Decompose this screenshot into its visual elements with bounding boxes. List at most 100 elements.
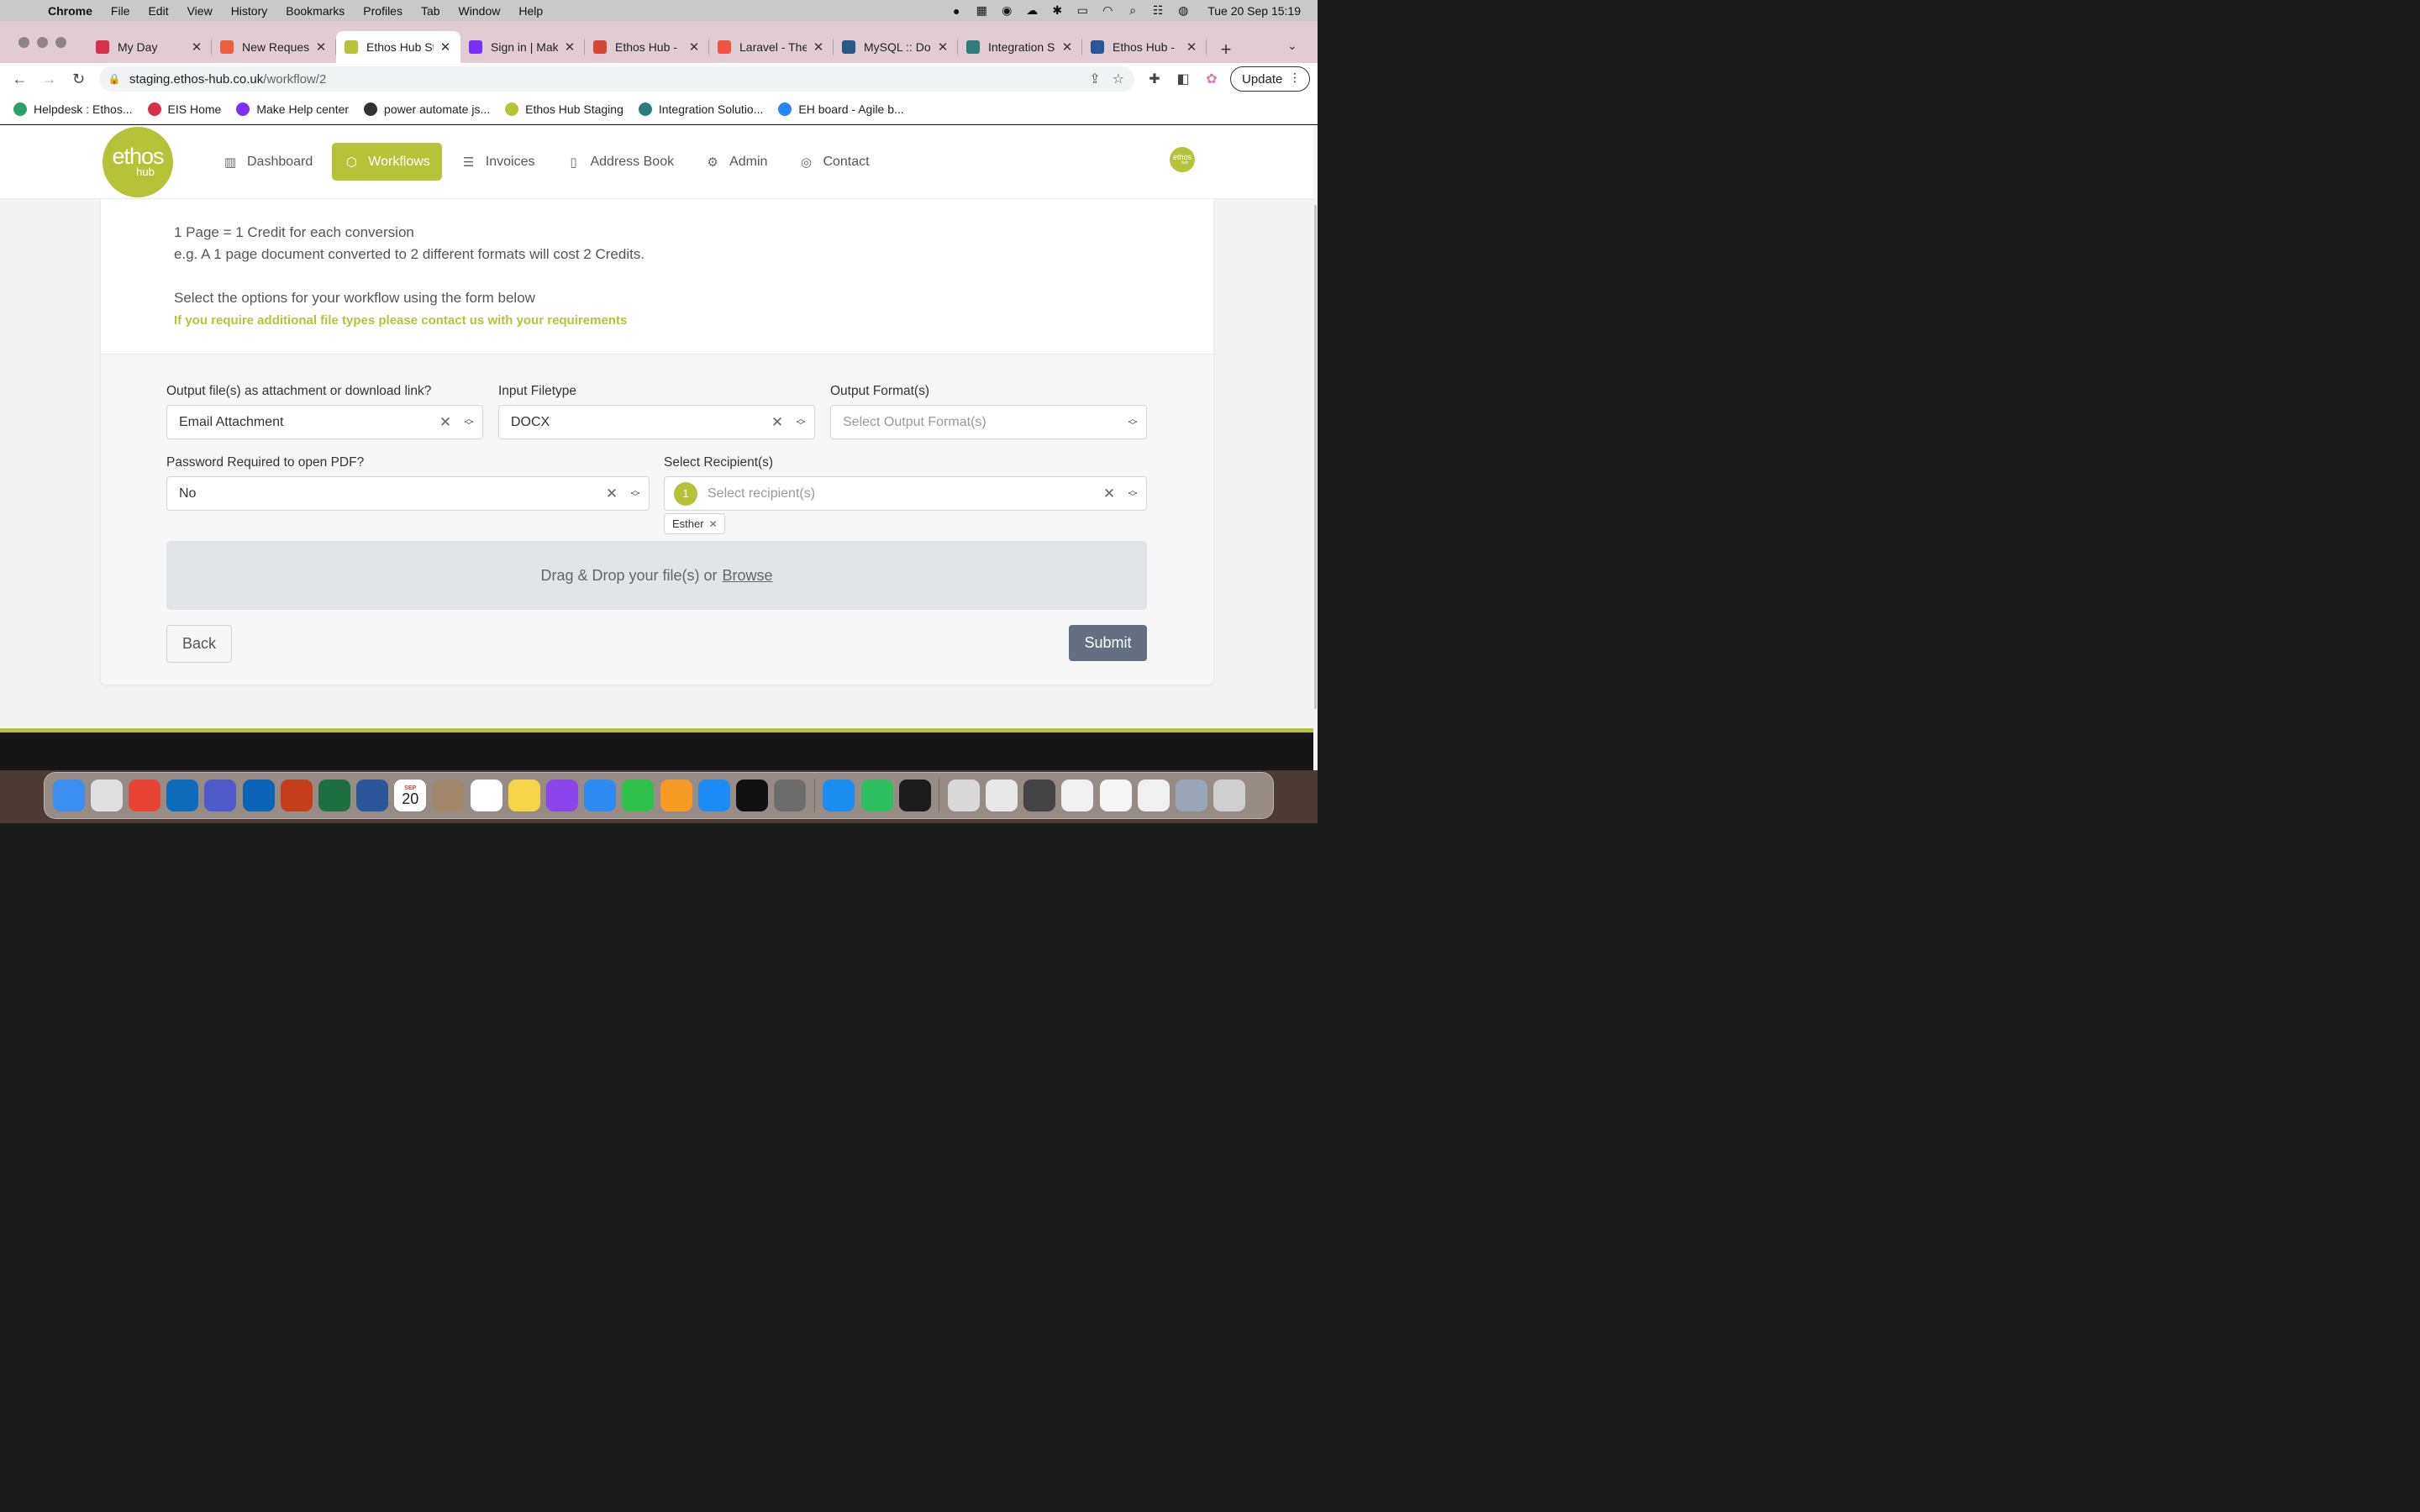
nav-admin[interactable]: ⚙ Admin	[693, 143, 779, 181]
more-menu-icon[interactable]: ⋮	[1289, 71, 1301, 85]
ethos-hub-logo[interactable]: ethos hub	[103, 127, 173, 197]
recipient-chip[interactable]: Esther ✕	[664, 513, 725, 534]
menu-app-name[interactable]: Chrome	[39, 4, 102, 18]
menu-help[interactable]: Help	[509, 4, 552, 18]
window-thumb-icon-4[interactable]	[1099, 780, 1132, 811]
reload-icon[interactable]: ↻	[64, 66, 93, 92]
browser-tab[interactable]: Ethos Hub - ✕	[1082, 31, 1207, 63]
browser-tab[interactable]: Sign in | Make ✕	[460, 31, 585, 63]
menu-history[interactable]: History	[222, 4, 277, 18]
forward-arrow-icon[interactable]: →	[34, 66, 64, 92]
browser-tab[interactable]: Ethos Hub Staging ✕	[336, 31, 460, 63]
file-dropzone[interactable]: Drag & Drop your file(s) or Browse	[166, 541, 1147, 610]
output-method-select[interactable]: Email Attachment ✕ ︿ ﹀	[166, 405, 483, 439]
clear-icon[interactable]: ✕	[435, 414, 455, 431]
teams-icon[interactable]	[204, 780, 237, 811]
phpstorm-icon[interactable]	[735, 780, 768, 811]
extensions-puzzle-icon[interactable]: ✚	[1144, 66, 1165, 92]
nav-contact[interactable]: ◎ Contact	[786, 143, 881, 181]
podcasts-icon[interactable]	[546, 780, 579, 811]
contacts-icon[interactable]	[432, 780, 465, 811]
recipients-select[interactable]: 1 Select recipient(s) ✕ ︿ ﹀	[664, 476, 1147, 511]
trash-icon[interactable]	[1213, 780, 1246, 811]
back-arrow-icon[interactable]: ←	[5, 66, 34, 92]
bookmark-item[interactable]: EH board - Agile b...	[778, 102, 904, 116]
browser-tab[interactable]: Integration S ✕	[958, 31, 1082, 63]
scrollbar-thumb[interactable]	[1314, 205, 1317, 709]
control-center-icon[interactable]: ☷	[1145, 0, 1171, 21]
share-icon[interactable]: ⇪	[1089, 71, 1100, 87]
address-bar[interactable]: 🔒 staging.ethos-hub.co.uk/workflow/2 ⇪ ☆	[99, 66, 1134, 92]
browser-tab[interactable]: My Day ✕	[87, 31, 212, 63]
tab-close-icon[interactable]: ✕	[439, 39, 452, 55]
grid-status-icon[interactable]: ▦	[969, 0, 994, 21]
window-thumb-icon-5[interactable]	[1137, 780, 1170, 811]
chevron-updown-icon[interactable]: ︿ ﹀	[1119, 486, 1146, 501]
launchpad-icon[interactable]	[90, 780, 123, 811]
menu-tab[interactable]: Tab	[412, 4, 450, 18]
tab-close-icon[interactable]: ✕	[936, 39, 950, 55]
spotlight-search-icon[interactable]: ⌕	[1120, 0, 1145, 21]
input-filetype-select[interactable]: DOCX ✕ ︿ ﹀	[498, 405, 815, 439]
chevron-updown-icon[interactable]: ︿ ﹀	[787, 414, 814, 430]
menu-edit[interactable]: Edit	[139, 4, 177, 18]
bluetooth-icon[interactable]: ✱	[1044, 0, 1070, 21]
onedrive-icon[interactable]	[166, 780, 199, 811]
profile-avatar-icon[interactable]: ✿	[1202, 66, 1222, 92]
nav-dashboard[interactable]: ▥ Dashboard	[211, 143, 324, 181]
numbers-icon[interactable]	[622, 780, 655, 811]
safari-icon[interactable]	[823, 780, 855, 811]
submit-button[interactable]: Submit	[1069, 625, 1147, 661]
nav-address-book[interactable]: ▯ Address Book	[554, 143, 686, 181]
documents-folder-icon[interactable]	[947, 780, 980, 811]
notes-icon[interactable]	[508, 780, 540, 811]
tab-close-icon[interactable]: ✕	[314, 39, 328, 55]
side-panel-icon[interactable]: ◧	[1173, 66, 1193, 92]
tab-search-chevron-icon[interactable]: ⌄	[1287, 39, 1297, 53]
icloud-status-icon[interactable]: ☁	[1019, 0, 1044, 21]
chevron-updown-icon[interactable]: ︿ ﹀	[1119, 414, 1146, 430]
chevron-updown-icon[interactable]: ︿ ﹀	[622, 486, 649, 501]
powerpoint-icon[interactable]	[280, 780, 313, 811]
bookmark-item[interactable]: Ethos Hub Staging	[505, 102, 623, 116]
evernote-status-icon[interactable]: ●	[944, 0, 969, 21]
user-avatar[interactable]: ethos hub	[1170, 147, 1195, 172]
word-icon[interactable]	[356, 780, 389, 811]
menu-file[interactable]: File	[102, 4, 139, 18]
terminal-icon[interactable]	[898, 780, 931, 811]
browser-tab[interactable]: MySQL :: Do ✕	[834, 31, 958, 63]
nav-workflows[interactable]: ⬡ Workflows	[332, 143, 442, 181]
bookmark-item[interactable]: EIS Home	[147, 102, 221, 116]
bookmark-item[interactable]: power automate js...	[364, 102, 490, 116]
tab-close-icon[interactable]: ✕	[190, 39, 203, 55]
lock-icon[interactable]: 🔒	[99, 73, 129, 85]
chevron-updown-icon[interactable]: ︿ ﹀	[455, 414, 482, 430]
finder-icon[interactable]	[52, 780, 85, 811]
browser-tab[interactable]: Ethos Hub - ✕	[585, 31, 709, 63]
browser-tab[interactable]: Laravel - The ✕	[709, 31, 834, 63]
password-required-select[interactable]: No ✕ ︿ ﹀	[166, 476, 650, 511]
clear-icon[interactable]: ✕	[1099, 486, 1119, 502]
bookmark-star-icon[interactable]: ☆	[1113, 71, 1124, 87]
menu-bookmarks[interactable]: Bookmarks	[276, 4, 354, 18]
menu-clock[interactable]: Tue 20 Sep 15:19	[1196, 4, 1301, 18]
clear-icon[interactable]: ✕	[767, 414, 787, 431]
system-preferences-icon[interactable]	[774, 780, 807, 811]
browser-tab[interactable]: New Request ✕	[212, 31, 336, 63]
tab-close-icon[interactable]: ✕	[687, 39, 701, 55]
tab-close-icon[interactable]: ✕	[1060, 39, 1074, 55]
reminders-icon[interactable]	[470, 780, 502, 811]
keynote-icon[interactable]	[584, 780, 617, 811]
tab-close-icon[interactable]: ✕	[1185, 39, 1198, 55]
output-format-select[interactable]: Select Output Format(s) ︿ ﹀	[830, 405, 1147, 439]
menu-profiles[interactable]: Profiles	[354, 4, 412, 18]
calendar-icon[interactable]: SEP 20	[394, 780, 427, 811]
menu-window[interactable]: Window	[450, 4, 510, 18]
page-scrollbar[interactable]	[1313, 125, 1318, 770]
window-thumb-icon-6[interactable]	[1176, 780, 1208, 811]
zoom-window-button[interactable]	[55, 37, 66, 48]
window-thumb-icon-3[interactable]	[1061, 780, 1094, 811]
menu-view[interactable]: View	[178, 4, 222, 18]
nav-invoices[interactable]: ☰ Invoices	[450, 143, 547, 181]
browse-link[interactable]: Browse	[723, 567, 773, 585]
